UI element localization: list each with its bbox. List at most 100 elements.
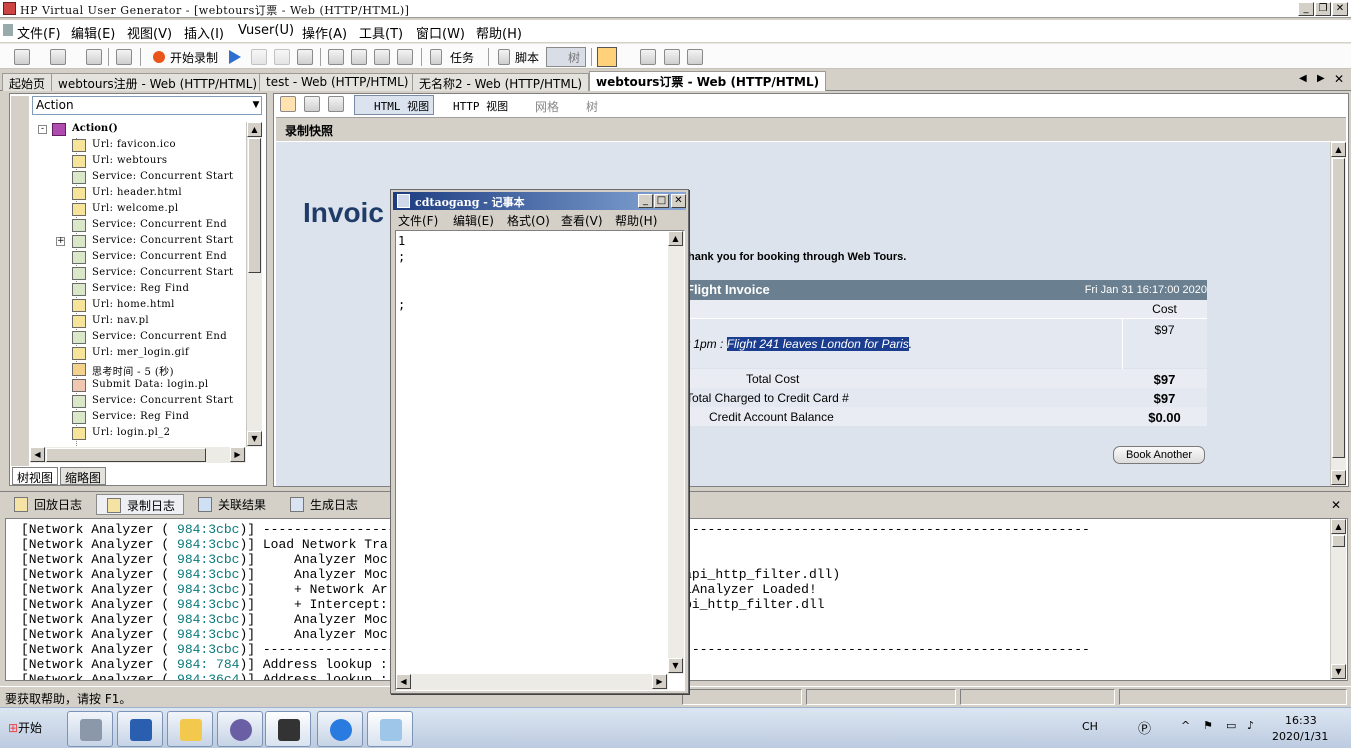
scroll-up-icon[interactable]: ▲ [247, 122, 262, 137]
compile-icon[interactable] [374, 49, 390, 65]
http-view-button[interactable]: HTTP 视图 [453, 98, 508, 114]
menu-file[interactable]: 文件(F) [17, 23, 61, 42]
menu-actions[interactable]: 操作(A) [302, 23, 347, 42]
tab-record-log[interactable]: 录制日志 [96, 494, 185, 515]
notepad-vertical-scrollbar[interactable]: ▲ ▼ [668, 231, 684, 674]
notepad-menu-view[interactable]: 查看(V) [561, 212, 603, 229]
tab-correlation-results[interactable]: 关联结果 [188, 494, 274, 515]
scroll-up-icon[interactable]: ▲ [1331, 142, 1346, 157]
step-icon[interactable] [297, 49, 313, 65]
snapshot-icon[interactable] [640, 49, 656, 65]
chevron-down-icon[interactable]: ▼ [250, 97, 262, 114]
find-icon[interactable] [116, 49, 132, 65]
vugen-icon[interactable] [265, 711, 311, 747]
tasks-button[interactable]: 任务 [450, 49, 474, 66]
scroll-thumb[interactable] [1332, 158, 1345, 458]
runtime-settings-icon[interactable] [397, 49, 413, 65]
server-manager-icon[interactable] [67, 711, 113, 747]
notepad-title-bar[interactable]: cdtaogang - 记事本 _ □ ✕ [393, 192, 686, 210]
scroll-thumb[interactable] [248, 138, 261, 273]
powershell-icon[interactable] [117, 711, 163, 747]
menu-help[interactable]: 帮助(H) [476, 23, 522, 42]
snapshot-compare-icon[interactable] [304, 96, 320, 112]
action-combo[interactable]: Action [32, 96, 262, 115]
close-output-icon[interactable]: ✕ [1331, 498, 1341, 512]
restore-button[interactable]: ❐ [1315, 2, 1331, 16]
clock-date[interactable]: 2020/1/31 [1272, 730, 1328, 743]
tree-horizontal-scrollbar[interactable]: ◀ ▶ [30, 447, 246, 463]
notepad-menu-format[interactable]: 格式(O) [507, 212, 550, 229]
breakpoint-icon[interactable] [328, 49, 344, 65]
correlation-icon[interactable] [687, 49, 703, 65]
script-icon[interactable] [498, 49, 510, 65]
scroll-down-icon[interactable]: ▼ [1331, 470, 1346, 485]
language-indicator[interactable]: CH [1082, 720, 1098, 733]
scroll-down-icon[interactable]: ▼ [1331, 664, 1346, 679]
explorer-icon[interactable] [167, 711, 213, 747]
flag-icon[interactable]: ⚑ [1203, 719, 1213, 732]
grid-view-button[interactable]: 网格 [535, 98, 559, 115]
log-vertical-scrollbar[interactable]: ▲ ▼ [1330, 519, 1346, 680]
tab-thumbnails[interactable]: 缩略图 [60, 467, 107, 485]
scroll-up-icon[interactable]: ▲ [1331, 519, 1346, 534]
tree-view-button[interactable]: 树 [586, 98, 598, 115]
script-view-button[interactable]: 脚本 [515, 49, 539, 66]
snapshot-record-icon[interactable] [280, 96, 296, 112]
internet-explorer-icon[interactable] [317, 711, 363, 747]
tab-replay-log[interactable]: 回放日志 [4, 494, 90, 515]
network-icon[interactable]: ▭ [1226, 719, 1236, 732]
tab-test[interactable]: test - Web (HTTP/HTML) [259, 73, 416, 91]
start-record-button[interactable]: 开始录制 [170, 49, 218, 66]
notepad-close-button[interactable]: ✕ [671, 194, 686, 208]
tab-scroll-left-icon[interactable]: ◀ [1299, 73, 1307, 84]
notepad-menu-help[interactable]: 帮助(H) [615, 212, 657, 229]
expand-icon[interactable]: + [56, 237, 65, 246]
tab-tree-view[interactable]: 树视图 [12, 467, 59, 485]
save-icon[interactable] [86, 49, 102, 65]
notepad-minimize-button[interactable]: _ [638, 194, 653, 208]
record-icon[interactable] [153, 51, 165, 63]
ime-icon[interactable]: Ⓟ [1138, 718, 1151, 737]
tree-vertical-scrollbar[interactable]: ▲ ▼ [246, 122, 262, 447]
notepad-task-icon[interactable] [367, 711, 413, 747]
scroll-right-icon[interactable]: ▶ [230, 447, 245, 462]
clock-time[interactable]: 16:33 [1285, 714, 1317, 727]
notepad-menu-edit[interactable]: 编辑(E) [453, 212, 494, 229]
scroll-thumb[interactable] [1332, 535, 1345, 547]
minimize-button[interactable]: _ [1298, 2, 1314, 16]
notepad-maximize-button[interactable]: □ [654, 194, 669, 208]
bookmark-icon[interactable] [351, 49, 367, 65]
loadrunner-icon[interactable] [217, 711, 263, 747]
menu-vuser[interactable]: Vuser(U) [238, 23, 294, 38]
menu-view[interactable]: 视图(V) [127, 23, 172, 42]
scroll-up-icon[interactable]: ▲ [668, 231, 683, 246]
tab-generation-log[interactable]: 生成日志 [280, 494, 366, 515]
tab-scroll-right-icon[interactable]: ▶ [1317, 73, 1325, 84]
scroll-down-icon[interactable]: ▼ [247, 431, 262, 446]
scroll-left-icon[interactable]: ◀ [396, 674, 411, 689]
menu-edit[interactable]: 编辑(E) [71, 23, 115, 42]
close-tab-icon[interactable]: ✕ [1334, 72, 1344, 86]
open-folder-icon[interactable] [50, 49, 66, 65]
snapshot-replay-icon[interactable] [328, 96, 344, 112]
scroll-left-icon[interactable]: ◀ [30, 447, 45, 462]
collapse-icon[interactable]: - [38, 125, 47, 134]
notepad-horizontal-scrollbar[interactable]: ◀ ▶ [396, 674, 668, 690]
tasks-icon[interactable] [430, 49, 442, 65]
notepad-text-area[interactable]: ▲ ▼ ◀ ▶ 1;; [395, 230, 685, 691]
tab-untitled2[interactable]: 无名称2 - Web (HTTP/HTML) [412, 73, 590, 91]
stop-icon[interactable] [251, 49, 267, 65]
output-window-icon[interactable] [597, 47, 617, 67]
volume-icon[interactable]: ♪ [1247, 719, 1254, 732]
scroll-down-icon[interactable]: ▼ [668, 658, 683, 673]
close-button[interactable]: ✕ [1332, 2, 1348, 16]
pause-icon[interactable] [274, 49, 290, 65]
tab-start-page[interactable]: 起始页 [2, 73, 53, 91]
start-button[interactable]: ⊞开始 [2, 714, 48, 742]
new-script-icon[interactable] [14, 49, 30, 65]
notepad-menu-file[interactable]: 文件(F) [398, 212, 438, 229]
snapshot-vertical-scrollbar[interactable]: ▲ ▼ [1330, 142, 1346, 486]
tab-webtours-booking[interactable]: webtours订票 - Web (HTTP/HTML) [589, 71, 827, 91]
menu-insert[interactable]: 插入(I) [184, 23, 224, 42]
scroll-right-icon[interactable]: ▶ [652, 674, 667, 689]
